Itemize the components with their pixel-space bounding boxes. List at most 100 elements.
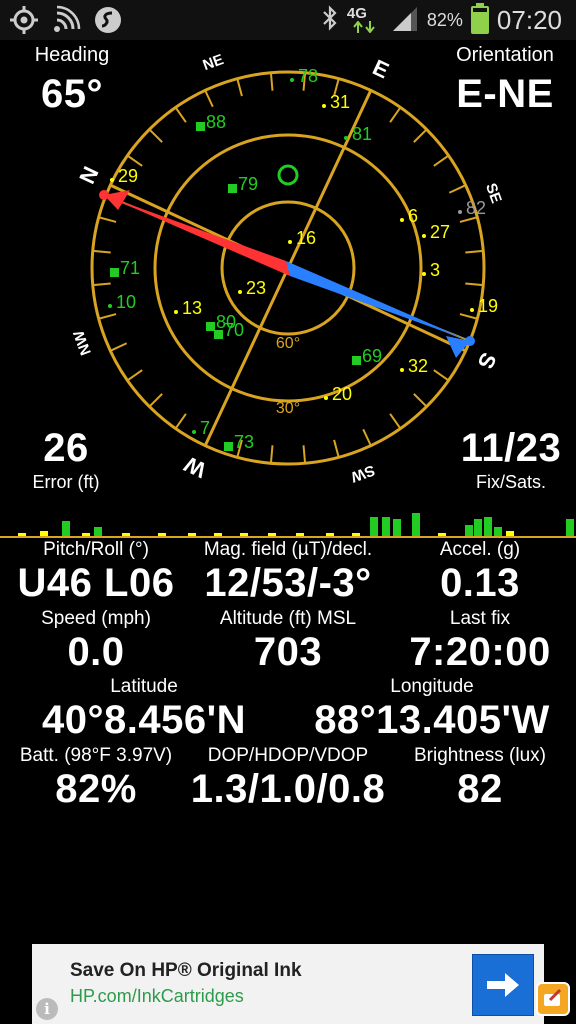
satellite-id-label: 88 xyxy=(206,112,226,132)
gps-icon xyxy=(8,4,40,36)
signal-bar xyxy=(62,521,70,537)
longitude-label: Longitude xyxy=(390,676,474,697)
satellite-id-label: 82 xyxy=(466,198,486,218)
status-bar: 4G 82% 07:20 xyxy=(0,0,576,40)
ad-url[interactable]: HP.com/InkCartridges xyxy=(70,986,244,1007)
direction-label-n: N xyxy=(74,163,103,188)
error-value: 26 xyxy=(43,426,89,470)
compass-tick xyxy=(413,128,428,143)
satellite-id-label: 23 xyxy=(246,278,266,298)
latitude-value: 40°8.456'N xyxy=(42,698,246,742)
brightness-label: Brightness (lux) xyxy=(414,745,546,766)
compass-tick xyxy=(413,393,428,408)
satellite-id-label: 7 xyxy=(200,418,210,438)
cell-signal-icon xyxy=(391,5,419,36)
satellite-id-label: 19 xyxy=(478,296,498,316)
satellite-marker xyxy=(196,122,205,131)
fix-sats-label: Fix/Sats. xyxy=(475,472,546,492)
satellite-marker xyxy=(400,368,404,372)
signal-bar xyxy=(484,517,492,537)
needle-south-dot xyxy=(465,336,475,346)
direction-label-nw: NW xyxy=(70,327,95,357)
satellite-id-label: 10 xyxy=(116,292,136,312)
ad-info-icon[interactable]: i xyxy=(36,998,58,1020)
satellite-marker xyxy=(110,268,119,277)
satellite-marker xyxy=(344,136,348,140)
satellite-marker xyxy=(458,210,462,214)
satellite-marker xyxy=(206,322,215,331)
satellite-marker xyxy=(422,272,426,276)
ad-banner[interactable]: Save On HP® Original Ink HP.com/InkCartr… xyxy=(32,944,544,1024)
satellite-marker xyxy=(228,184,237,193)
screenshot-app-icon[interactable] xyxy=(536,982,570,1016)
satellite-marker xyxy=(290,78,294,82)
signal-bar xyxy=(566,519,574,537)
compass-tick xyxy=(148,393,163,408)
satellite-id-label: 79 xyxy=(238,174,258,194)
compass-tick xyxy=(362,428,372,447)
dop-label: DOP/HDOP/VDOP xyxy=(207,745,369,766)
mag-field-label: Mag. field (µT)/decl. xyxy=(203,539,373,560)
satellite-id-label: 32 xyxy=(408,356,428,376)
brightness-value: 82 xyxy=(457,767,503,811)
speed-label: Speed (mph) xyxy=(41,608,151,629)
network-4g-label: 4G xyxy=(346,5,367,22)
satellite-id-label: 29 xyxy=(118,166,138,186)
signal-strength-histogram xyxy=(18,513,574,537)
last-fix-label: Last fix xyxy=(449,608,511,629)
signal-bar xyxy=(382,517,390,537)
network-4g-icon: 4G xyxy=(347,5,383,35)
satellite-marker xyxy=(174,310,178,314)
compass-tick xyxy=(459,313,478,320)
accel-label: Accel. (g) xyxy=(439,539,521,560)
compass-tick xyxy=(92,282,111,287)
ad-title[interactable]: Save On HP® Original Ink xyxy=(70,960,302,982)
compass-tick xyxy=(333,439,340,458)
signal-bar xyxy=(474,519,482,537)
satellite-id-label: 27 xyxy=(430,222,450,242)
compass-tick xyxy=(465,282,484,287)
arrow-right-icon xyxy=(487,973,519,997)
ad-arrow-button[interactable] xyxy=(472,954,534,1016)
compass-tick xyxy=(389,413,402,430)
satellite-marker xyxy=(352,356,361,365)
satellite-marker xyxy=(422,234,426,238)
signal-bar xyxy=(393,519,401,537)
altitude-value: 703 xyxy=(253,630,323,674)
ring-label: 30° xyxy=(276,400,300,417)
direction-label-w: W xyxy=(180,451,210,483)
direction-label-s: S xyxy=(473,349,502,373)
satellite-marker xyxy=(108,304,112,308)
direction-label-sw: SW xyxy=(348,461,377,486)
latitude-label: Latitude xyxy=(110,676,178,697)
compass-tick xyxy=(204,89,214,108)
battery-icon xyxy=(470,3,489,34)
dop-value: 1.3/1.0/0.8 xyxy=(190,767,386,811)
satellite-id-label: 13 xyxy=(182,298,202,318)
bluetooth-icon xyxy=(321,4,339,36)
compass-tick xyxy=(302,445,307,464)
satellite-marker xyxy=(322,104,326,108)
satellite-id-label: 81 xyxy=(352,124,372,144)
battery-stat-value: 82% xyxy=(55,767,137,811)
satellite-id-label: 16 xyxy=(296,228,316,248)
compass-tick xyxy=(465,249,484,254)
error-label: Error (ft) xyxy=(32,472,100,492)
compass-tick xyxy=(236,78,243,97)
compass-tick xyxy=(92,249,111,254)
satellite-marker xyxy=(224,442,233,451)
compass-tick xyxy=(174,106,187,123)
app-icon xyxy=(92,4,124,36)
ring-label: 60° xyxy=(276,335,300,352)
wifi-signal-icon xyxy=(50,4,82,36)
satellite-id-label: 73 xyxy=(234,432,254,452)
longitude-value: 88°13.405'W xyxy=(314,698,550,742)
speed-value: 0.0 xyxy=(67,630,125,674)
fix-sats-value: 11/23 xyxy=(460,426,562,470)
pitch-roll-label: Pitch/Roll (°) xyxy=(43,539,149,560)
battery-fill xyxy=(472,12,487,32)
satellite-marker xyxy=(192,430,196,434)
satellite-marker xyxy=(214,330,223,339)
satellite-marker xyxy=(470,308,474,312)
compass-tick xyxy=(126,154,143,167)
